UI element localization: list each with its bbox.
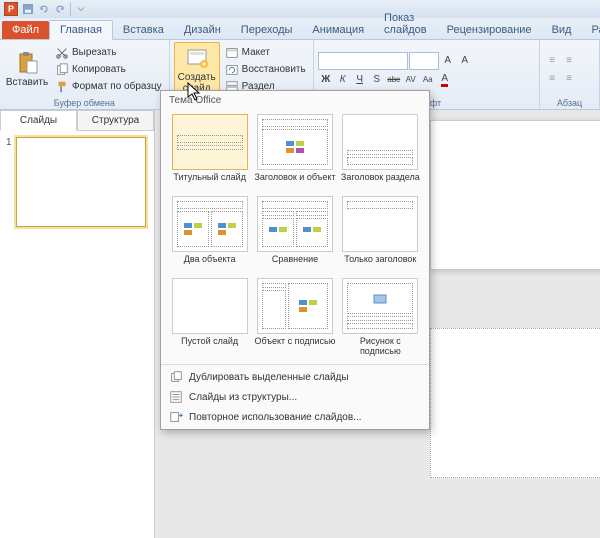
shrink-font-button[interactable]: A [457,53,473,69]
cut-icon [55,46,69,60]
tab-review[interactable]: Рецензирование [437,21,542,39]
group-paragraph: ≡≡ ≡≡ Абзац [540,40,600,109]
layout-label: Макет [242,47,270,58]
change-case-button[interactable]: Aa [420,72,436,88]
reset-icon [225,63,239,77]
char-spacing-button[interactable]: AV [403,72,419,88]
reuse-icon [169,410,183,424]
format-painter-button[interactable]: Формат по образцу [52,79,165,95]
group-paragraph-label: Абзац [544,97,595,109]
tab-home[interactable]: Главная [49,20,113,40]
gallery-theme-label: Тема Office [161,91,429,110]
undo-icon[interactable] [38,3,50,15]
copy-label: Копировать [72,64,126,75]
layout-icon [225,46,239,60]
cut-label: Вырезать [72,47,116,58]
layout-title-slide[interactable]: Титульный слайд [169,114,250,192]
cut-button[interactable]: Вырезать [52,45,165,61]
qat-dropdown-icon[interactable] [75,3,87,15]
layout-comparison[interactable]: Сравнение [254,196,335,274]
shadow-button[interactable]: S [369,72,385,88]
tab-animations[interactable]: Анимация [302,21,374,39]
ribbon-tabs: Файл Главная Вставка Дизайн Переходы Ани… [0,18,600,40]
italic-button[interactable]: К [335,72,351,88]
layout-section-header[interactable]: Заголовок раздела [340,114,421,192]
duplicate-slides-item[interactable]: Дублировать выделенные слайды [161,367,429,387]
layout-title-content[interactable]: Заголовок и объект [254,114,335,192]
tab-slides-pane[interactable]: Слайды [0,110,77,131]
app-icon: P [4,2,18,16]
underline-button[interactable]: Ч [352,72,368,88]
new-slide-icon [185,46,209,70]
bullets-button[interactable]: ≡ [544,53,560,69]
slide-thumbnail[interactable] [16,137,146,227]
format-painter-label: Формат по образцу [72,81,162,92]
duplicate-icon [169,370,183,384]
reset-label: Восстановить [242,64,306,75]
layout-two-content[interactable]: Два объекта [169,196,250,274]
new-slide-gallery: Тема Office Титульный слайд Заголовок и … [160,90,430,430]
font-family-combo[interactable] [318,52,408,70]
numbering-button[interactable]: ≡ [561,53,577,69]
font-size-combo[interactable] [409,52,439,70]
copy-button[interactable]: Копировать [52,62,165,78]
new-slide-button[interactable]: Создать слайд [174,42,220,97]
font-color-button[interactable]: A [437,72,453,88]
slides-from-outline-item[interactable]: Слайды из структуры... [161,387,429,407]
slide-canvas[interactable] [430,120,600,270]
paste-button[interactable]: Вставить [4,42,50,97]
layout-button[interactable]: Макет [222,45,309,61]
group-clipboard-label: Буфер обмена [4,97,165,109]
layout-title-only[interactable]: Только заголовок [340,196,421,274]
align-left-button[interactable]: ≡ [544,71,560,87]
save-icon[interactable] [22,3,34,15]
group-clipboard: Вставить Вырезать Копировать Формат по о… [0,40,170,109]
tab-design[interactable]: Дизайн [174,21,231,39]
slide-number: 1 [6,137,12,227]
layout-content-caption[interactable]: Объект с подписью [254,278,335,356]
strike-button[interactable]: abc [386,72,402,88]
copy-icon [55,63,69,77]
tab-view[interactable]: Вид [542,21,582,39]
layout-blank[interactable]: Пустой слайд [169,278,250,356]
title-bar: P [0,0,600,18]
tab-outline-pane[interactable]: Структура [77,110,154,131]
brush-icon [55,80,69,94]
tab-slideshow[interactable]: Показ слайдов [374,9,437,39]
tab-storyboard[interactable]: Раскадр [581,21,600,39]
paste-icon [15,51,39,75]
tab-insert[interactable]: Вставка [113,21,174,39]
grow-font-button[interactable]: A [440,53,456,69]
notes-placeholder[interactable] [430,328,600,478]
redo-icon[interactable] [54,3,66,15]
outline-icon [169,390,183,404]
layout-picture-caption[interactable]: Рисунок с подписью [340,278,421,356]
reset-button[interactable]: Восстановить [222,62,309,78]
paste-label: Вставить [6,77,48,88]
qat-separator [70,2,71,16]
slide-panel: Слайды Структура 1 [0,110,155,538]
align-center-button[interactable]: ≡ [561,71,577,87]
tab-transitions[interactable]: Переходы [231,21,303,39]
tab-file[interactable]: Файл [2,21,49,39]
bold-button[interactable]: Ж [318,72,334,88]
reuse-slides-item[interactable]: Повторное использование слайдов... [161,407,429,427]
